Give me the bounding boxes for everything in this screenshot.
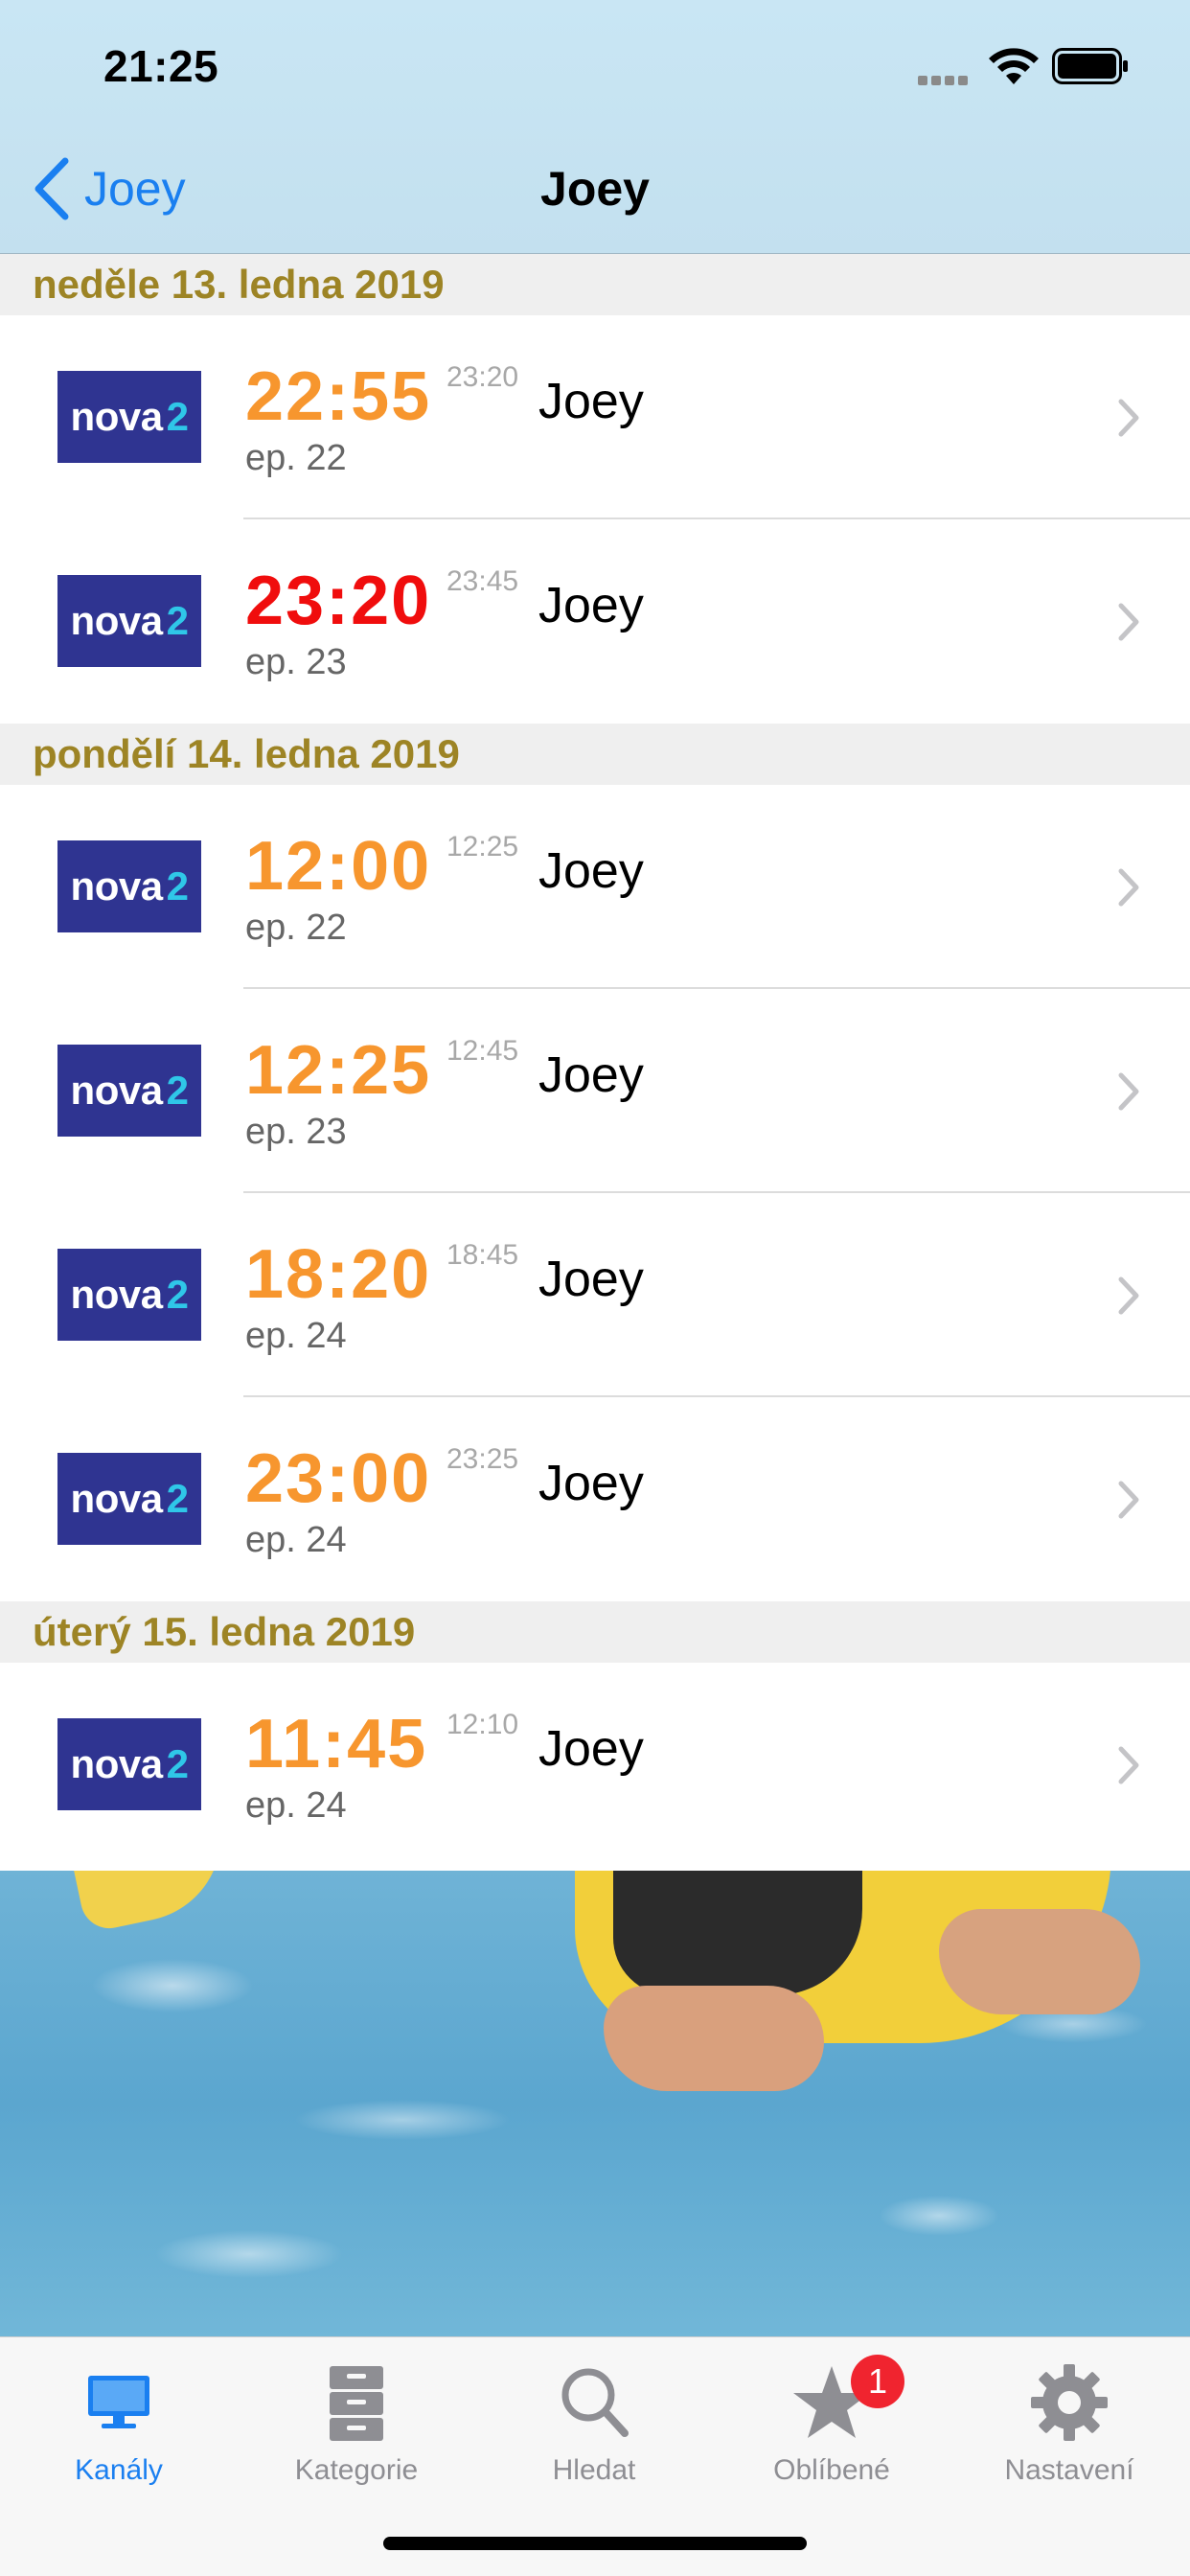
- list-item[interactable]: nova 2 23:00 23:25 Joey ep. 24: [0, 1397, 1190, 1601]
- end-time: 12:45: [446, 1035, 519, 1067]
- foot-shape: [604, 1986, 824, 2091]
- end-time: 18:45: [446, 1239, 519, 1271]
- tab-oblibene[interactable]: 1 Oblíbené: [713, 2337, 950, 2500]
- show-title: Joey: [538, 1456, 644, 1511]
- episode-label: ep. 24: [245, 1785, 347, 1826]
- chevron-right-icon: [1118, 1072, 1139, 1111]
- tab-label: Hledat: [552, 2454, 636, 2486]
- start-time: 22:55: [245, 358, 432, 435]
- chevron-right-icon: [1118, 1481, 1139, 1519]
- tab-kanaly[interactable]: Kanály: [0, 2337, 238, 2500]
- status-time: 21:25: [103, 41, 219, 91]
- end-time: 23:45: [446, 565, 519, 597]
- show-title: Joey: [538, 578, 644, 633]
- start-time: 11:45: [245, 1706, 428, 1782]
- background-image: [0, 1871, 1190, 2336]
- show-title: Joey: [538, 1047, 644, 1103]
- tab-label: Kanály: [75, 2454, 163, 2486]
- episode-label: ep. 22: [245, 438, 347, 478]
- channel-logo: nova 2: [57, 1453, 201, 1545]
- chevron-right-icon: [1118, 1746, 1139, 1784]
- foot-shape: [939, 1909, 1140, 2014]
- navigation-bar: Joey Joey: [0, 126, 1190, 254]
- monitor-icon: [88, 2376, 149, 2428]
- list-item[interactable]: nova 2 18:20 18:45 Joey ep. 24: [0, 1193, 1190, 1397]
- tab-hledat[interactable]: Hledat: [475, 2337, 713, 2500]
- show-title: Joey: [538, 1721, 644, 1777]
- channel-logo: nova 2: [57, 1045, 201, 1137]
- section-header-date: neděle 13. ledna 2019: [0, 254, 1190, 315]
- episode-label: ep. 22: [245, 908, 347, 948]
- list-item[interactable]: nova 2 12:00 12:25 Joey ep. 22: [0, 785, 1190, 989]
- channel-logo: nova 2: [57, 1718, 201, 1810]
- wifi-icon: [989, 48, 1039, 84]
- episode-label: ep. 23: [245, 642, 347, 682]
- channel-logo: nova 2: [57, 371, 201, 463]
- chevron-right-icon: [1118, 1276, 1139, 1315]
- schedule-list: neděle 13. ledna 2019 nova 2 22:55 23:20 …: [0, 254, 1190, 1867]
- search-icon: [561, 2368, 629, 2437]
- pool-float-fin: [69, 1871, 238, 1934]
- episode-label: ep. 24: [245, 1316, 347, 1356]
- start-time: 23:00: [245, 1440, 432, 1517]
- show-title: Joey: [538, 843, 644, 899]
- battery-icon: [1052, 48, 1128, 84]
- list-item[interactable]: nova 2 12:25 12:45 Joey ep. 23: [0, 989, 1190, 1193]
- list-item[interactable]: nova 2 22:55 23:20 Joey ep. 22: [0, 315, 1190, 519]
- tab-label: Oblíbené: [773, 2454, 890, 2486]
- start-time: 18:20: [245, 1236, 432, 1313]
- episode-label: ep. 23: [245, 1112, 347, 1152]
- start-time: 23:20: [245, 563, 432, 639]
- tab-label: Nastavení: [1004, 2454, 1134, 2486]
- cellular-signal-icon: [918, 73, 973, 85]
- end-time: 12:10: [446, 1709, 519, 1740]
- show-title: Joey: [538, 1252, 644, 1307]
- section-header-date: pondělí 14. ledna 2019: [0, 724, 1190, 785]
- cabinet-icon: [330, 2366, 383, 2441]
- tab-kategorie[interactable]: Kategorie: [238, 2337, 475, 2500]
- status-bar: 21:25: [0, 0, 1190, 126]
- episode-label: ep. 24: [245, 1520, 347, 1560]
- chevron-right-icon: [1118, 868, 1139, 907]
- chevron-right-icon: [1118, 399, 1139, 437]
- home-indicator: [383, 2537, 807, 2550]
- list-item[interactable]: nova 2 23:20 23:45 Joey ep. 23: [0, 519, 1190, 724]
- channel-logo: nova 2: [57, 1249, 201, 1341]
- badge-count: 1: [851, 2355, 904, 2408]
- tab-nastaveni[interactable]: Nastavení: [950, 2337, 1188, 2500]
- gear-icon: [1031, 2364, 1108, 2441]
- end-time: 12:25: [446, 831, 519, 862]
- section-header-date: úterý 15. ledna 2019: [0, 1601, 1190, 1663]
- show-title: Joey: [538, 374, 644, 429]
- channel-logo: nova 2: [57, 840, 201, 932]
- swimsuit-shape: [613, 1871, 862, 1995]
- start-time: 12:25: [245, 1032, 432, 1109]
- end-time: 23:20: [446, 361, 519, 393]
- list-item[interactable]: nova 2 11:45 12:10 Joey ep. 24: [0, 1663, 1190, 1867]
- channel-logo: nova 2: [57, 575, 201, 667]
- chevron-right-icon: [1118, 603, 1139, 641]
- end-time: 23:25: [446, 1443, 519, 1475]
- start-time: 12:00: [245, 828, 432, 905]
- page-title: Joey: [540, 162, 650, 216]
- tab-label: Kategorie: [294, 2454, 419, 2486]
